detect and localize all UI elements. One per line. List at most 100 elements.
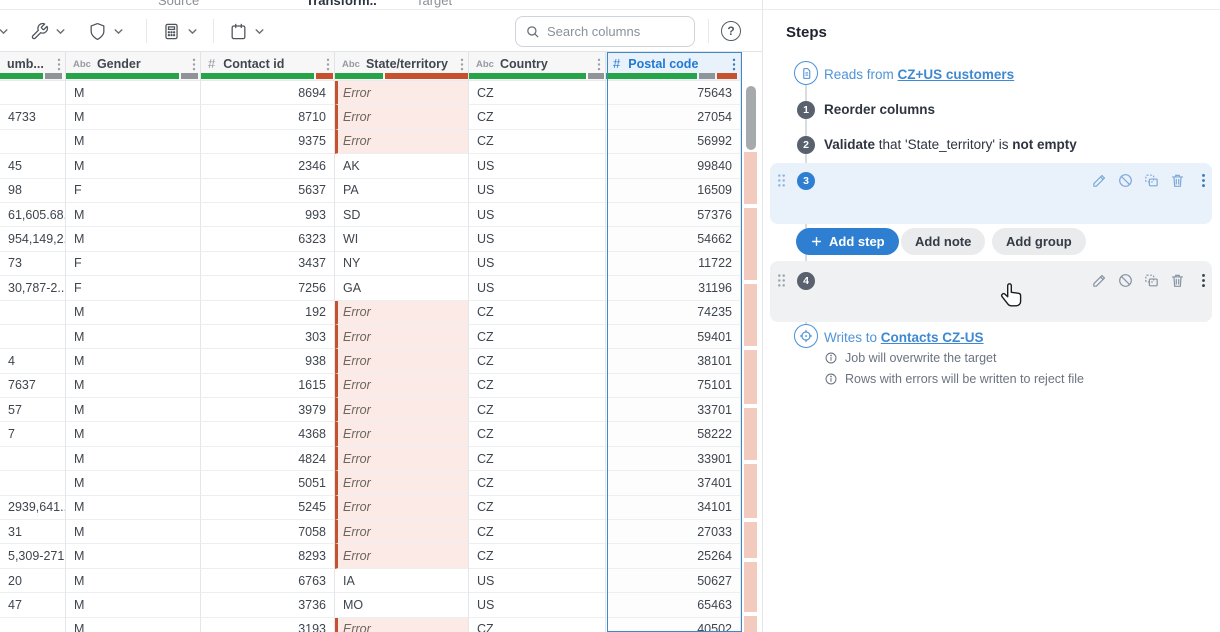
cell-state-territory[interactable]: GA xyxy=(335,276,469,300)
cell-contact-id[interactable]: 7256 xyxy=(201,276,335,300)
column-header-contact-id[interactable]: #Contact id xyxy=(201,52,335,81)
column-menu-icon[interactable] xyxy=(460,58,464,71)
cell-phone-number[interactable] xyxy=(0,618,66,632)
cell-phone-number[interactable]: 47 xyxy=(0,593,66,617)
cell-postal-code[interactable]: 65463 xyxy=(606,593,741,617)
cell-state-territory[interactable]: IA xyxy=(335,569,469,593)
cell-contact-id[interactable]: 3437 xyxy=(201,252,335,276)
cell-country[interactable]: US xyxy=(469,203,606,227)
tab-transform[interactable]: Transform.. xyxy=(306,0,377,8)
cell-gender[interactable]: M xyxy=(66,422,201,446)
cell-state-territory[interactable]: Error xyxy=(335,398,469,422)
cell-postal-code[interactable]: 75643 xyxy=(606,81,741,105)
cell-phone-number[interactable]: 73 xyxy=(0,252,66,276)
cell-phone-number[interactable]: 98 xyxy=(0,179,66,203)
cell-country[interactable]: CZ xyxy=(469,374,606,398)
cell-contact-id[interactable]: 8710 xyxy=(201,105,335,129)
cell-contact-id[interactable]: 4824 xyxy=(201,447,335,471)
cell-gender[interactable]: M xyxy=(66,447,201,471)
cell-state-territory[interactable]: Error xyxy=(335,374,469,398)
edit-icon[interactable] xyxy=(1091,272,1108,289)
cell-contact-id[interactable]: 9375 xyxy=(201,130,335,154)
cell-gender[interactable]: M xyxy=(66,105,201,129)
cell-gender[interactable]: M xyxy=(66,374,201,398)
cell-state-territory[interactable]: Error xyxy=(335,496,469,520)
cell-gender[interactable]: M xyxy=(66,593,201,617)
column-menu-icon[interactable] xyxy=(57,58,61,71)
cell-country[interactable]: CZ xyxy=(469,618,606,632)
cell-contact-id[interactable]: 3193 xyxy=(201,618,335,632)
cell-state-territory[interactable]: Error xyxy=(335,130,469,154)
edit-icon[interactable] xyxy=(1091,172,1108,189)
cell-contact-id[interactable]: 993 xyxy=(201,203,335,227)
writes-target-link[interactable]: Contacts CZ-US xyxy=(881,330,984,345)
cell-country[interactable]: CZ xyxy=(469,301,606,325)
cell-phone-number[interactable]: 30,787-2... xyxy=(0,276,66,300)
cell-contact-id[interactable]: 1615 xyxy=(201,374,335,398)
column-menu-icon[interactable] xyxy=(732,58,736,71)
toolbar-transform-button[interactable] xyxy=(30,11,66,51)
column-menu-icon[interactable] xyxy=(192,58,196,71)
more-options-icon[interactable] xyxy=(1195,272,1212,289)
cell-gender[interactable]: M xyxy=(66,496,201,520)
cell-contact-id[interactable]: 2346 xyxy=(201,154,335,178)
cell-gender[interactable]: M xyxy=(66,618,201,632)
toolbar-calculate-button[interactable] xyxy=(162,11,198,51)
cell-contact-id[interactable]: 7058 xyxy=(201,520,335,544)
cell-state-territory[interactable]: Error xyxy=(335,81,469,105)
cell-phone-number[interactable]: 4 xyxy=(0,349,66,373)
cell-country[interactable]: CZ xyxy=(469,447,606,471)
tab-source[interactable]: Source xyxy=(158,0,199,8)
cell-phone-number[interactable] xyxy=(0,447,66,471)
cell-phone-number[interactable]: 61,605.68... xyxy=(0,203,66,227)
cell-country[interactable]: CZ xyxy=(469,520,606,544)
cell-postal-code[interactable]: 27054 xyxy=(606,105,741,129)
cell-contact-id[interactable]: 6323 xyxy=(201,227,335,251)
cell-country[interactable]: US xyxy=(469,227,606,251)
cell-contact-id[interactable]: 5245 xyxy=(201,496,335,520)
cell-postal-code[interactable]: 75101 xyxy=(606,374,741,398)
cell-phone-number[interactable]: 5,309-271... xyxy=(0,544,66,568)
duplicate-icon[interactable] xyxy=(1143,272,1160,289)
cell-state-territory[interactable]: Error xyxy=(335,301,469,325)
cell-state-territory[interactable]: PA xyxy=(335,179,469,203)
cell-state-territory[interactable]: Error xyxy=(335,618,469,632)
cell-state-territory[interactable]: SD xyxy=(335,203,469,227)
column-menu-icon[interactable] xyxy=(597,58,601,71)
cell-state-territory[interactable]: Error xyxy=(335,447,469,471)
drag-handle-icon[interactable] xyxy=(776,173,787,193)
column-menu-icon[interactable] xyxy=(326,58,330,71)
cell-postal-code[interactable]: 33901 xyxy=(606,447,741,471)
cell-gender[interactable]: M xyxy=(66,349,201,373)
cell-state-territory[interactable]: Error xyxy=(335,520,469,544)
cell-state-territory[interactable]: Error xyxy=(335,422,469,446)
cell-phone-number[interactable] xyxy=(0,301,66,325)
cell-postal-code[interactable]: 34101 xyxy=(606,496,741,520)
cell-postal-code[interactable]: 27033 xyxy=(606,520,741,544)
cell-country[interactable]: CZ xyxy=(469,496,606,520)
help-button[interactable]: ? xyxy=(721,21,741,41)
cell-gender[interactable]: F xyxy=(66,252,201,276)
cell-country[interactable]: US xyxy=(469,569,606,593)
cell-state-territory[interactable]: Error xyxy=(335,325,469,349)
reads-source-link[interactable]: CZ+US customers xyxy=(898,67,1015,82)
cell-contact-id[interactable]: 3979 xyxy=(201,398,335,422)
cell-phone-number[interactable] xyxy=(0,130,66,154)
cell-gender[interactable]: M xyxy=(66,227,201,251)
cell-country[interactable]: US xyxy=(469,179,606,203)
drag-handle-icon[interactable] xyxy=(776,273,787,293)
tab-target[interactable]: Target xyxy=(416,0,452,8)
cell-contact-id[interactable]: 6763 xyxy=(201,569,335,593)
cell-gender[interactable]: M xyxy=(66,520,201,544)
column-header-country[interactable]: AbcCountry xyxy=(469,52,606,81)
cell-phone-number[interactable] xyxy=(0,325,66,349)
cell-phone-number[interactable] xyxy=(0,81,66,105)
cell-postal-code[interactable]: 33701 xyxy=(606,398,741,422)
cell-gender[interactable]: M xyxy=(66,81,201,105)
cell-country[interactable]: US xyxy=(469,593,606,617)
duplicate-icon[interactable] xyxy=(1143,172,1160,189)
cell-gender[interactable]: M xyxy=(66,569,201,593)
cell-state-territory[interactable]: AK xyxy=(335,154,469,178)
cell-state-territory[interactable]: Error xyxy=(335,349,469,373)
cell-phone-number[interactable]: 45 xyxy=(0,154,66,178)
